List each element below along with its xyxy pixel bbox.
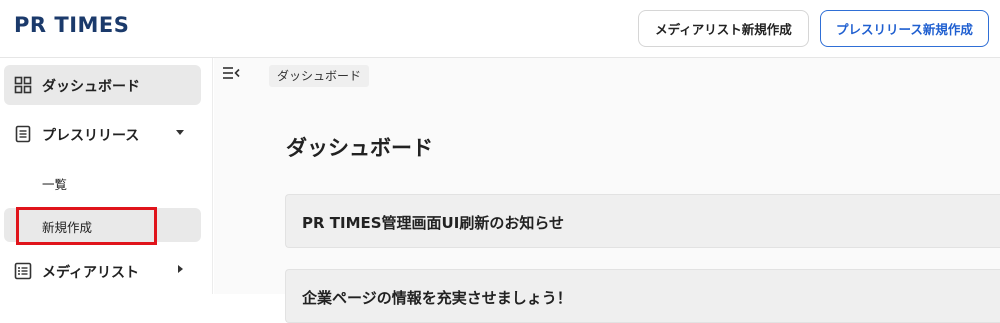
caret-right-icon (178, 265, 183, 273)
notice-card[interactable]: 企業ページの情報を充実させましょう！ (285, 269, 1000, 323)
sidebar-item-press-release[interactable]: プレスリリース (4, 114, 201, 154)
collapse-sidebar-icon[interactable] (222, 66, 240, 80)
dashboard-icon (14, 76, 32, 94)
sidebar-item-label: メディアリスト (42, 265, 140, 281)
notice-title: 企業ページの情報を充実させましょう！ (302, 289, 572, 307)
top-header: PR TIMES メディアリスト新規作成 プレスリリース新規作成 (0, 0, 1000, 58)
breadcrumb[interactable]: ダッシュボード (269, 65, 370, 87)
notice-card[interactable]: PR TIMES管理画面UI刷新のお知らせ (285, 194, 1000, 248)
caret-down-icon (176, 130, 184, 135)
sidebar-item-label: プレスリリース (42, 128, 140, 144)
main-content: ダッシュボード ダッシュボード PR TIMES管理画面UI刷新のお知らせ 企業… (214, 58, 1000, 323)
sidebar-subitem-label: 一覧 (42, 177, 68, 192)
prtimes-logo[interactable]: PR TIMES (14, 13, 129, 37)
document-icon (15, 125, 31, 143)
new-press-release-button[interactable]: プレスリリース新規作成 (820, 10, 989, 47)
sidebar: ダッシュボード プレスリリース 一覧 新規作成 メディアリスト (0, 58, 213, 294)
notice-title: PR TIMES管理画面UI刷新のお知らせ (302, 214, 565, 232)
sidebar-subitem-list[interactable]: 一覧 (4, 165, 201, 199)
new-media-list-button[interactable]: メディアリスト新規作成 (638, 10, 809, 47)
sidebar-item-dashboard[interactable]: ダッシュボード (4, 65, 201, 105)
sidebar-item-media-list[interactable]: メディアリスト (4, 251, 201, 291)
sidebar-item-label: ダッシュボード (42, 79, 140, 95)
page-title: ダッシュボード (286, 136, 433, 160)
highlight-annotation (16, 207, 157, 245)
list-icon (14, 262, 32, 280)
